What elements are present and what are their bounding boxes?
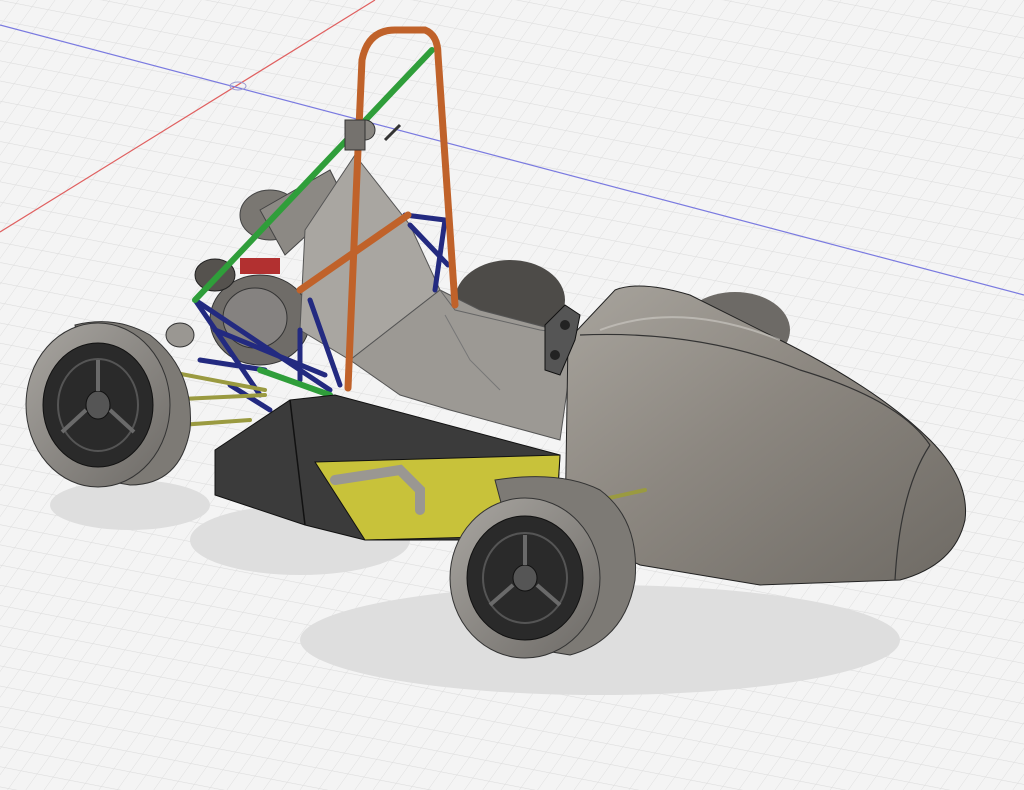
3d-viewport[interactable] xyxy=(0,0,1024,790)
front-left-hub xyxy=(512,564,538,592)
exhaust-outlet xyxy=(165,322,195,348)
viewport-canvas[interactable] xyxy=(0,0,1024,790)
engine-red-part xyxy=(240,258,280,274)
rear-left-hub xyxy=(85,390,111,420)
